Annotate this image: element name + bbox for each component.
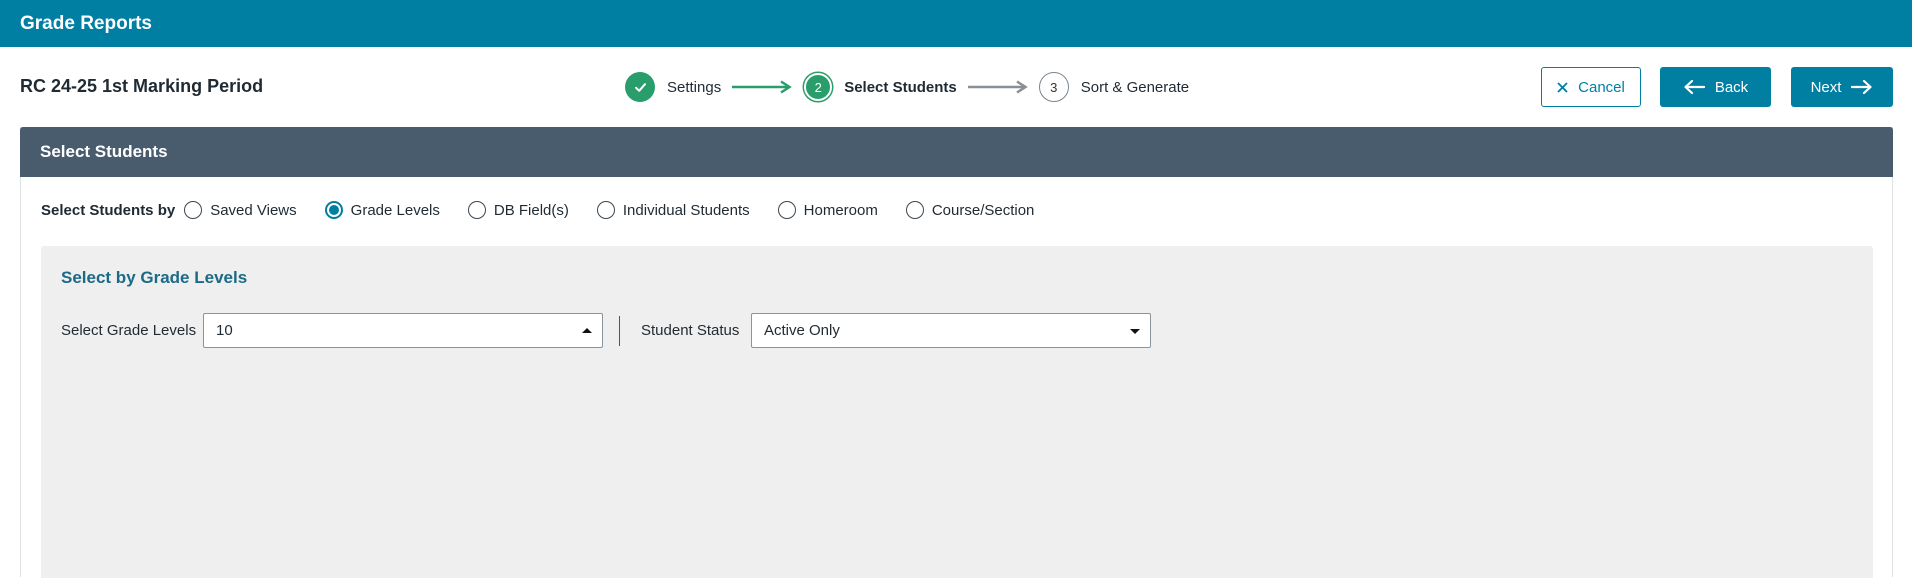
- next-label: Next: [1810, 78, 1842, 96]
- close-icon: [1557, 81, 1568, 93]
- back-label: Back: [1714, 78, 1749, 96]
- back-button[interactable]: Back: [1660, 67, 1771, 107]
- caret-down-icon: [1130, 329, 1140, 334]
- grade-levels-section: Select by Grade Levels Select Grade Leve…: [41, 246, 1873, 578]
- cancel-button[interactable]: Cancel: [1541, 67, 1641, 107]
- next-button[interactable]: Next: [1791, 67, 1893, 107]
- radio-label: Course/Section: [931, 201, 1035, 219]
- page-title: RC 24-25 1st Marking Period: [20, 76, 264, 96]
- step-settings-complete[interactable]: [625, 72, 655, 102]
- arrow-right-icon: [967, 80, 1028, 94]
- student-status-value: Active Only: [764, 322, 840, 339]
- radio-button[interactable]: [777, 201, 796, 219]
- radio-label: Grade Levels: [350, 201, 440, 219]
- select-students-panel: Select Students Select Students by Saved…: [20, 127, 1893, 578]
- step-label-sort-generate: Sort & Generate: [1080, 78, 1190, 96]
- radio-label: Homeroom: [803, 201, 878, 219]
- section-title: Select by Grade Levels: [61, 268, 248, 287]
- step-label-settings: Settings: [667, 78, 722, 96]
- student-status-select[interactable]: Active Only: [751, 313, 1151, 348]
- radio-label: DB Field(s): [493, 201, 569, 219]
- cancel-label: Cancel: [1578, 78, 1625, 96]
- step-arrow-2: [967, 80, 1029, 94]
- page-header: RC 24-25 1st Marking Period Settings 2 S…: [0, 47, 1912, 127]
- student-status-label: Student Status: [641, 322, 740, 339]
- radio-individual-students[interactable]: Individual Students: [596, 201, 750, 219]
- radio-saved-views[interactable]: Saved Views: [184, 201, 297, 219]
- panel-title: Select Students: [20, 127, 1893, 177]
- field-divider: [619, 316, 620, 346]
- radio-db-fields[interactable]: DB Field(s): [467, 201, 569, 219]
- app-bar: Grade Reports: [0, 0, 1912, 47]
- radio-button[interactable]: [596, 201, 615, 219]
- caret-up-icon: [582, 328, 592, 333]
- grade-levels-value: 10: [216, 322, 233, 339]
- grade-levels-select[interactable]: 10: [203, 313, 603, 348]
- arrow-right-icon: [732, 80, 793, 94]
- grade-levels-label: Select Grade Levels: [61, 322, 197, 339]
- radio-label: Saved Views: [210, 201, 297, 219]
- step-sort-generate: 3: [1038, 72, 1069, 102]
- step-label-select-students: Select Students: [844, 78, 957, 96]
- step-number: 2: [814, 79, 822, 95]
- app-title: Grade Reports: [20, 12, 152, 34]
- step-arrow-1: [731, 80, 793, 94]
- radio-homeroom[interactable]: Homeroom: [777, 201, 878, 219]
- step-number: 3: [1050, 79, 1058, 95]
- radio-label: Individual Students: [622, 201, 750, 219]
- radio-button[interactable]: [184, 201, 203, 219]
- arrow-left-icon: [1684, 79, 1705, 95]
- radio-grade-levels[interactable]: Grade Levels: [324, 201, 440, 219]
- select-by-radio-group: Select Students by Saved Views Grade Lev…: [41, 201, 1062, 219]
- radio-button[interactable]: [467, 201, 486, 219]
- stepper: Settings 2 Select Students 3 Sort & Gene…: [625, 71, 1189, 103]
- select-by-label: Select Students by: [41, 201, 176, 219]
- radio-button-selected[interactable]: [324, 201, 343, 219]
- radio-course-section[interactable]: Course/Section: [905, 201, 1035, 219]
- arrow-right-icon: [1851, 79, 1873, 95]
- step-select-students-current: 2: [804, 73, 833, 101]
- radio-button[interactable]: [905, 201, 924, 219]
- check-icon: [634, 82, 646, 92]
